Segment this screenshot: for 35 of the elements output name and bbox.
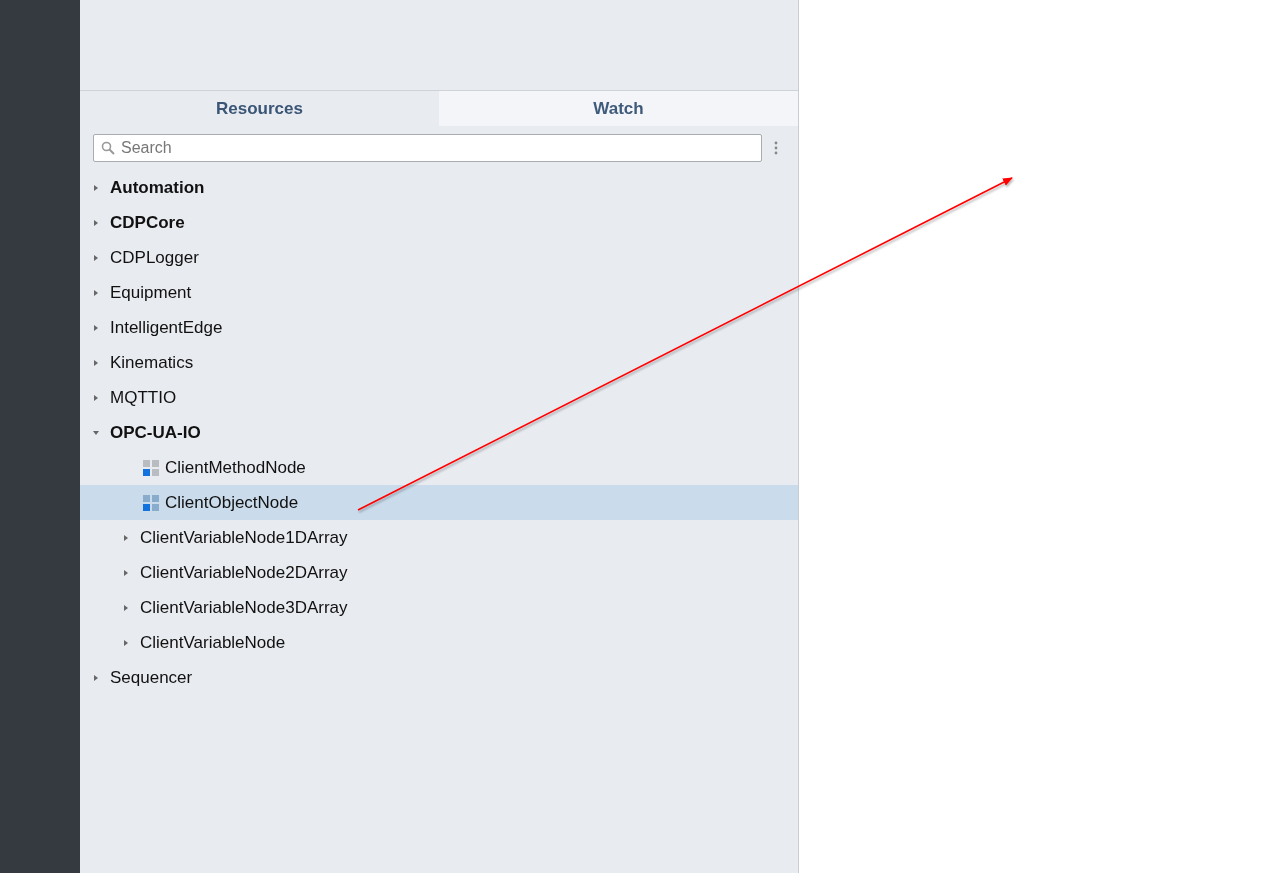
tree-row[interactable]: ClientVariableNode3DArray xyxy=(80,590,798,625)
tab[interactable]: Watch xyxy=(439,91,798,126)
search-icon xyxy=(101,141,115,155)
tree-row[interactable]: ClientVariableNode xyxy=(80,625,798,660)
tree-item-label: ClientVariableNode1DArray xyxy=(140,526,348,549)
tree-item-label: Equipment xyxy=(110,281,192,304)
tree-row[interactable]: CDPCore xyxy=(80,205,798,240)
tree-item-label: MQTTIO xyxy=(110,386,177,409)
tree-item-label: Kinematics xyxy=(110,351,194,374)
tree-row[interactable]: ClientVariableNode2DArray xyxy=(80,555,798,590)
tree-row[interactable]: CDPLogger xyxy=(80,240,798,275)
tree-item-label: ClientVariableNode2DArray xyxy=(140,561,348,584)
grid-icon xyxy=(143,494,159,511)
tree-item-label: OPC-UA-IO xyxy=(110,421,201,444)
tree-row[interactable]: ClientVariableNode1DArray xyxy=(80,520,798,555)
tree-item-label: CDPLogger xyxy=(110,246,199,269)
tree-row[interactable]: OPC-UA-IO xyxy=(80,415,798,450)
tree-item-label: CDPCore xyxy=(110,211,185,234)
tree-row[interactable]: ClientObjectNode xyxy=(80,485,798,520)
tree-row[interactable]: Sequencer xyxy=(80,660,798,695)
tree-row[interactable]: MQTTIO xyxy=(80,380,798,415)
tree-row[interactable]: ClientMethodNode xyxy=(80,450,798,485)
tree-row[interactable]: IntelligentEdge xyxy=(80,310,798,345)
tree-item-label: ClientObjectNode xyxy=(165,491,299,514)
grid-icon xyxy=(143,459,159,476)
tree-item-label: ClientVariableNode3DArray xyxy=(140,596,348,619)
tree-item-label: Sequencer xyxy=(110,666,193,689)
tree-item-label: Automation xyxy=(110,176,205,199)
tree-item-label: ClientMethodNode xyxy=(165,456,306,479)
tree-item-label: ClientVariableNode xyxy=(140,631,286,654)
tree-row[interactable]: Equipment xyxy=(80,275,798,310)
tree-row[interactable]: Kinematics xyxy=(80,345,798,380)
tree-item-label: IntelligentEdge xyxy=(110,316,223,339)
tree-row[interactable]: Automation xyxy=(80,170,798,205)
search-field[interactable]: Search xyxy=(93,134,762,162)
